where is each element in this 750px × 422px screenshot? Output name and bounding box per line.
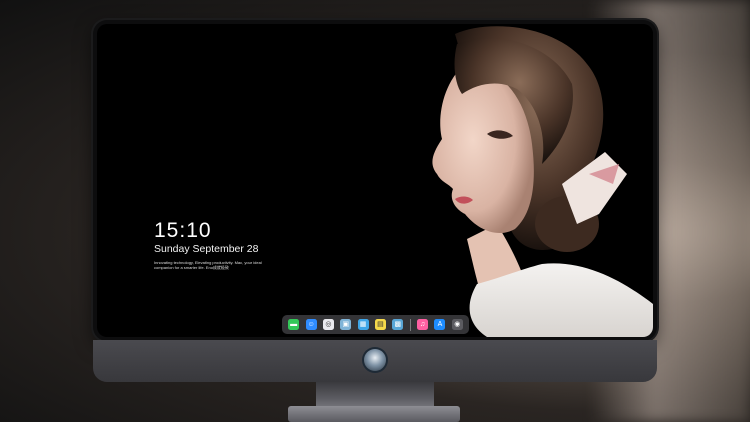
- notes-icon[interactable]: ▤: [374, 319, 386, 330]
- preview-icon[interactable]: ▣: [340, 319, 352, 330]
- lockscreen-date: Sunday September 28: [154, 243, 259, 255]
- music-icon[interactable]: ♫: [417, 319, 429, 330]
- monitor-stand-neck: [316, 382, 434, 408]
- monitor: 15:10 Sunday September 28 Innovating tec…: [93, 20, 657, 341]
- wallpaper-portrait: [337, 24, 653, 337]
- messages-icon[interactable]: ▬: [288, 319, 300, 330]
- camera-icon[interactable]: ◉: [451, 319, 463, 330]
- monitor-stand-base: [288, 406, 460, 422]
- app-store-icon[interactable]: A: [434, 319, 446, 330]
- lockscreen-tagline: Innovating technology, Elevating product…: [154, 260, 262, 270]
- finder-icon[interactable]: ☺: [305, 319, 317, 330]
- monitor-chin: [93, 340, 657, 382]
- gallery-icon[interactable]: ▩: [392, 319, 404, 330]
- safari-icon[interactable]: ◎: [322, 319, 334, 330]
- dock: ▬ ☺ ◎ ▣ ▦ ▤ ▩ ♫ A ◉: [282, 315, 469, 334]
- chin-logo-icon: [364, 349, 386, 371]
- screen: 15:10 Sunday September 28 Innovating tec…: [97, 24, 653, 337]
- lockscreen-time: 15:10: [154, 219, 212, 242]
- clapper-icon[interactable]: ▦: [357, 319, 369, 330]
- dock-separator: [409, 318, 411, 331]
